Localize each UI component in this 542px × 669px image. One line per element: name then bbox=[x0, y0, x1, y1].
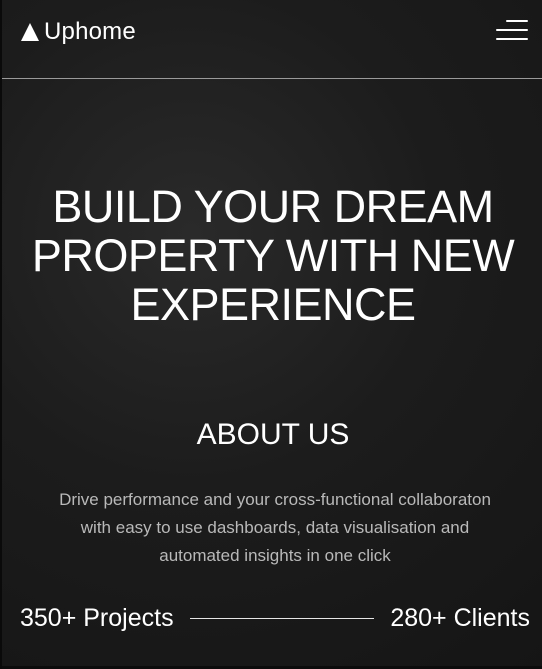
projects-stat: 350+ Projects bbox=[20, 604, 174, 632]
hero-title-line: PROPERTY WITH NEW bbox=[31, 230, 515, 281]
menu-line bbox=[496, 29, 528, 31]
brand-name: Uphome bbox=[44, 18, 136, 45]
hero-title-line: EXPERIENCE bbox=[130, 279, 416, 330]
page: Uphome BUILD YOUR DREAM PROPERTY WITH NE… bbox=[0, 0, 542, 669]
site-header: Uphome bbox=[2, 0, 542, 79]
brand-logo-link[interactable]: Uphome bbox=[20, 18, 136, 46]
hamburger-menu-icon[interactable] bbox=[496, 20, 528, 42]
about-description: Drive performance and your cross-functio… bbox=[22, 486, 528, 570]
menu-line bbox=[496, 38, 528, 40]
about-description-line: Drive performance and your cross-functio… bbox=[59, 490, 491, 509]
about-title: ABOUT US bbox=[196, 418, 350, 451]
triangle-logo-icon bbox=[21, 23, 39, 41]
stats-divider bbox=[189, 617, 375, 619]
stats-row: 350+ Projects 280+ Clients bbox=[20, 602, 530, 634]
about-description-line: with easy to use dashboards, data visual… bbox=[80, 518, 470, 537]
hero-title-line: BUILD YOUR DREAM bbox=[52, 181, 494, 232]
clients-stat: 280+ Clients bbox=[390, 604, 530, 632]
hero-title: BUILD YOUR DREAM PROPERTY WITH NEW EXPER… bbox=[2, 182, 542, 329]
menu-line-short bbox=[506, 20, 528, 22]
about-description-line: automated insights in one click bbox=[159, 546, 391, 565]
